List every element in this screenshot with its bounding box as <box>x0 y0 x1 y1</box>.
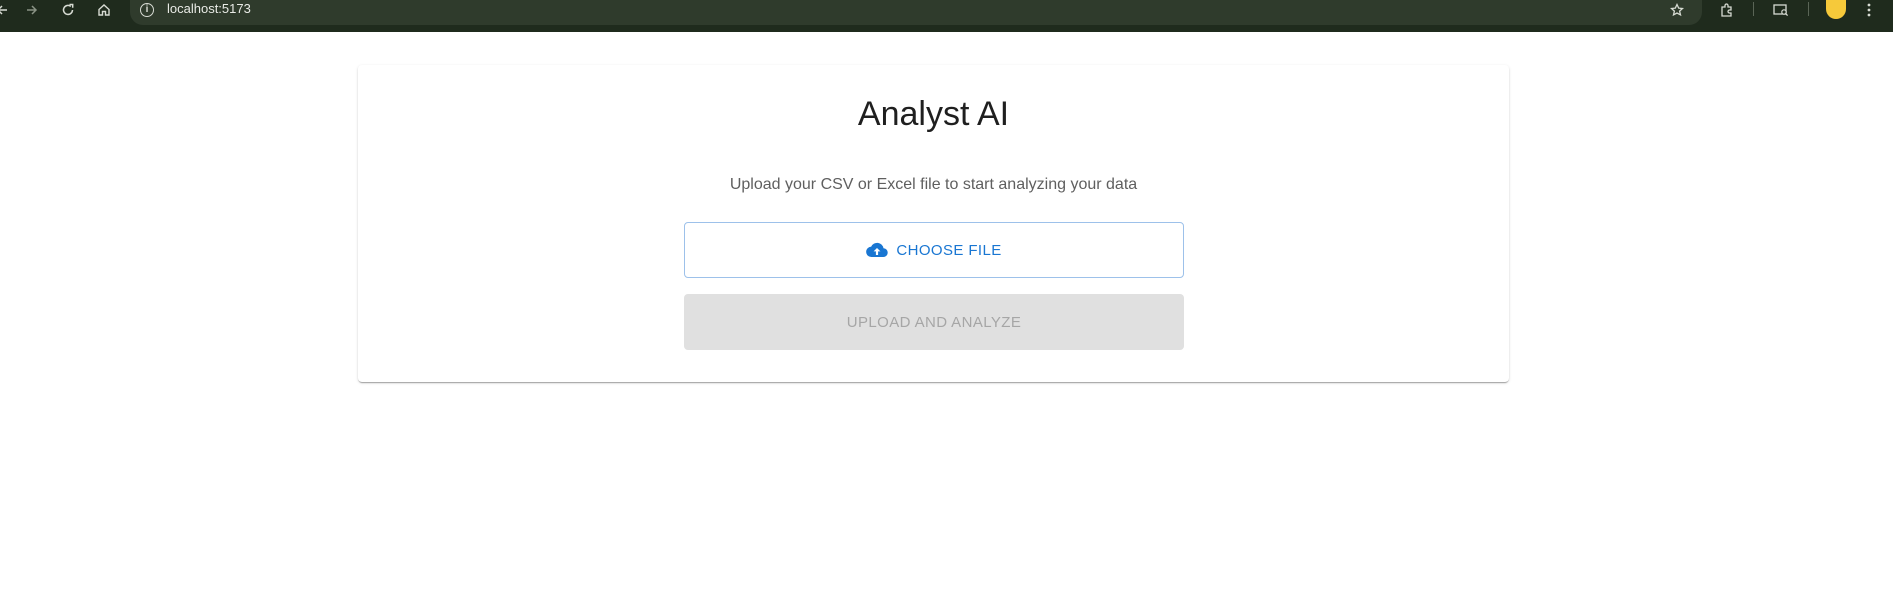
upload-card: Analyst AI Upload your CSV or Excel file… <box>358 65 1509 382</box>
choose-file-label: CHOOSE FILE <box>896 241 1002 259</box>
toolbar-divider <box>1753 2 1754 16</box>
url-text[interactable]: localhost:5173 <box>167 1 251 16</box>
tab-search-icon[interactable] <box>1772 0 1790 20</box>
star-icon[interactable] <box>1668 0 1686 20</box>
menu-icon[interactable] <box>1862 0 1876 20</box>
extensions-icon[interactable] <box>1718 0 1736 20</box>
page-subtitle: Upload your CSV or Excel file to start a… <box>729 176 1138 193</box>
forward-icon[interactable] <box>23 0 41 20</box>
back-icon[interactable] <box>0 0 10 20</box>
toolbar-divider <box>1808 2 1809 16</box>
home-icon[interactable] <box>95 0 113 20</box>
address-bar[interactable]: i localhost:5173 <box>130 0 1702 25</box>
site-info-icon[interactable]: i <box>140 3 154 17</box>
upload-and-analyze-label: UPLOAD AND ANALYZE <box>846 313 1022 331</box>
upload-and-analyze-button[interactable]: UPLOAD AND ANALYZE <box>684 294 1184 350</box>
cloud-upload-icon <box>866 242 889 258</box>
reload-icon[interactable] <box>59 0 77 20</box>
choose-file-button[interactable]: CHOOSE FILE <box>684 222 1184 278</box>
profile-avatar[interactable] <box>1826 0 1846 19</box>
page-title: Analyst AI <box>857 95 1010 133</box>
browser-toolbar: i localhost:5173 <box>0 0 1893 32</box>
